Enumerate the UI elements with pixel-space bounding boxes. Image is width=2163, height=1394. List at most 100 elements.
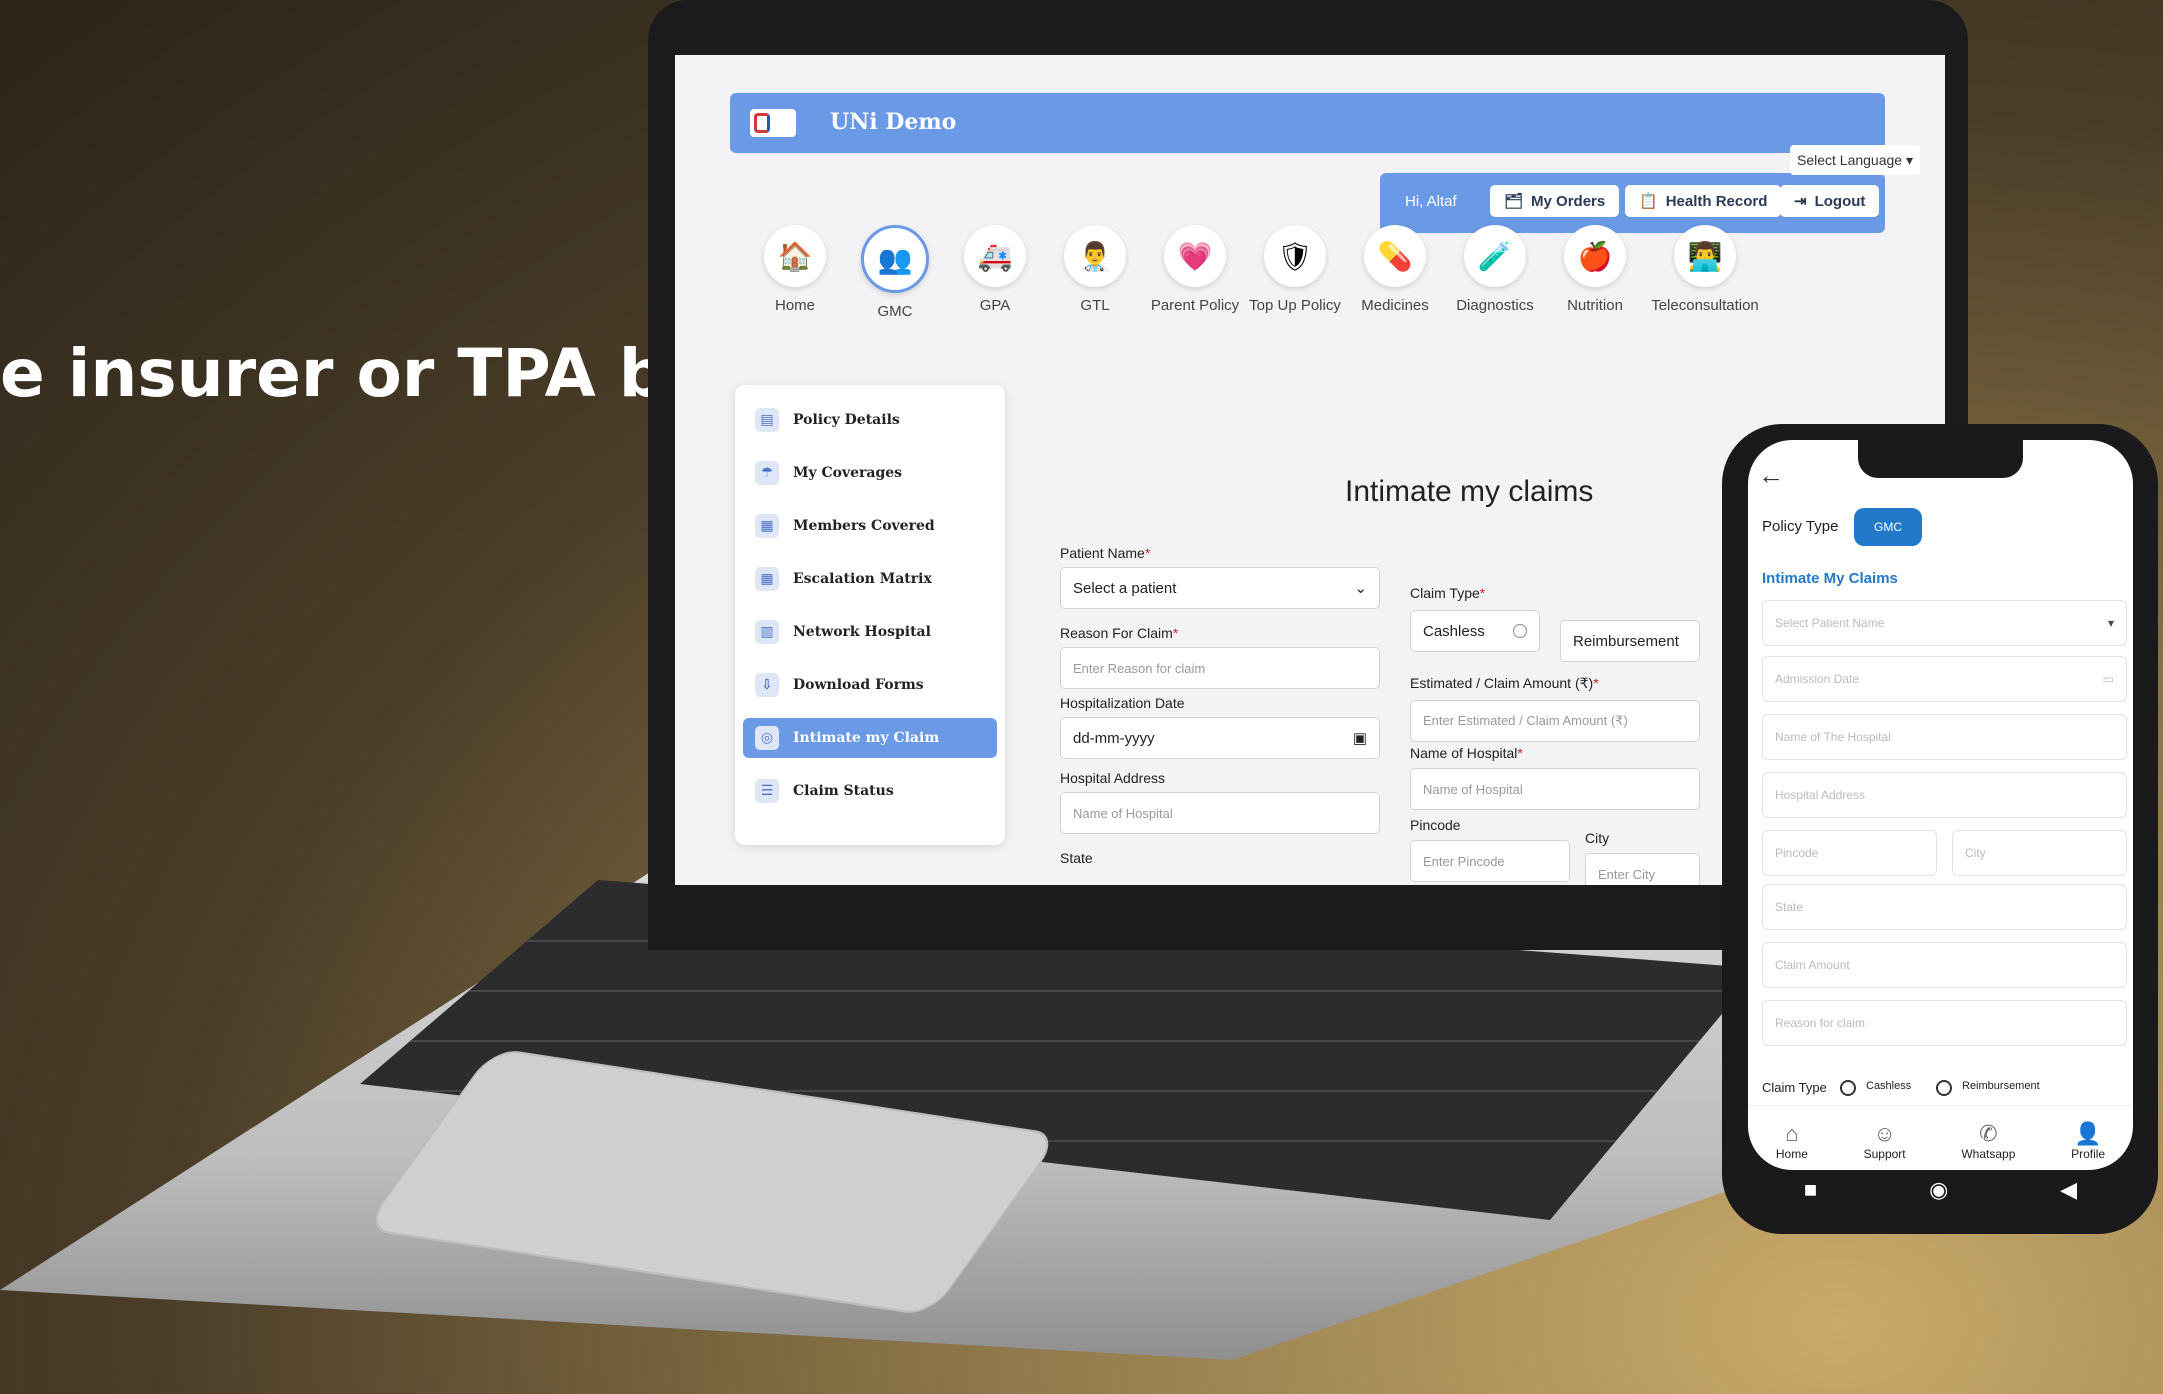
- nav-item-teleconsultation[interactable]: 👨‍💻 Teleconsultation: [1645, 225, 1765, 314]
- sidebar-item-members-covered[interactable]: ▦ Members Covered: [743, 506, 997, 546]
- sidebar-item-policy-details[interactable]: ▤ Policy Details: [743, 400, 997, 440]
- sidebar-item-network-hospital[interactable]: ▥ Network Hospital: [743, 612, 997, 652]
- network-hospital-icon: ▥: [755, 620, 779, 644]
- chevron-down-icon: ⌄: [1354, 580, 1367, 597]
- phone-screen: ← Policy Type GMC Intimate My Claims Sel…: [1748, 440, 2133, 1170]
- brand-logo: [750, 109, 796, 137]
- reason-input[interactable]: Enter Reason for claim: [1060, 647, 1380, 689]
- pincode-label: Pincode: [1410, 817, 1461, 833]
- top-up-policy-icon: 🛡: [1264, 225, 1326, 287]
- phone-nav-support[interactable]: ☺ Support: [1864, 1121, 1906, 1161]
- patient-select[interactable]: Select a patient ⌄: [1060, 567, 1380, 609]
- back-arrow-icon[interactable]: ←: [1758, 460, 1784, 491]
- sidebar-item-intimate-my-claim[interactable]: ◎ Intimate my Claim: [743, 718, 997, 758]
- pincode-input[interactable]: Enter Pincode: [1410, 840, 1570, 882]
- phone-nav-profile[interactable]: 👤 Profile: [2071, 1121, 2105, 1161]
- phone-nav-whatsapp[interactable]: ✆ Whatsapp: [1961, 1121, 2015, 1161]
- cashless-option[interactable]: Cashless: [1410, 610, 1540, 652]
- health-record-button[interactable]: 📋 Health Record: [1625, 185, 1782, 217]
- nav-item-top-up-policy[interactable]: 🛡 Top Up Policy: [1245, 225, 1345, 314]
- logout-button[interactable]: ⇥ Logout: [1780, 185, 1880, 217]
- calendar-icon: ▣: [1352, 730, 1367, 747]
- phone-system-nav: ■ ◉ ◀: [1748, 1170, 2133, 1210]
- sidebar-item-claim-status[interactable]: ☰ Claim Status: [743, 771, 997, 811]
- sidebar-item-escalation-matrix[interactable]: ▦ Escalation Matrix: [743, 559, 997, 599]
- language-select[interactable]: Select Language ▾: [1790, 145, 1920, 175]
- nav-item-gtl[interactable]: 👨‍⚕️ GTL: [1045, 225, 1145, 314]
- profile-icon: 👤: [2074, 1121, 2102, 1146]
- policy-type-label: Policy Type: [1762, 518, 1839, 535]
- sidebar-item-my-coverages[interactable]: ☂ My Coverages: [743, 453, 997, 493]
- health-record-label: Health Record: [1665, 192, 1768, 210]
- sidebar-item-download-forms[interactable]: ⇩ Download Forms: [743, 665, 997, 705]
- header-bar: UNi Demo: [730, 93, 1885, 153]
- logout-label: Logout: [1814, 192, 1866, 210]
- hospital-name-label: Name of Hospital*: [1410, 745, 1523, 761]
- reason-label: Reason For Claim*: [1060, 625, 1179, 641]
- nav-item-gpa[interactable]: 🚑 GPA: [945, 225, 1045, 314]
- phone-hospital-address[interactable]: Hospital Address: [1762, 772, 2127, 818]
- medicines-icon: 💊: [1364, 225, 1426, 287]
- brand-name: UNi Demo: [830, 109, 957, 135]
- diagnostics-icon: 🧪: [1464, 225, 1526, 287]
- phone-city[interactable]: City: [1952, 830, 2127, 876]
- phone-cashless-radio[interactable]: [1840, 1080, 1856, 1096]
- nav-item-parent-policy[interactable]: 💗 Parent Policy: [1145, 225, 1245, 314]
- app-header: UNi Demo Select Language ▾ Hi, Altaf 🗂 M…: [730, 93, 1920, 233]
- claim-type-label: Claim Type*: [1410, 585, 1486, 601]
- nav-item-gmc[interactable]: 👥 GMC: [845, 225, 945, 320]
- phone-form-title: Intimate My Claims: [1762, 570, 1898, 587]
- form-title: Intimate my claims: [1345, 475, 1594, 508]
- back-triangle-icon[interactable]: ◀: [2060, 1177, 2077, 1203]
- phone-claim-type-label: Claim Type: [1762, 1080, 1827, 1095]
- hospital-address-label: Hospital Address: [1060, 770, 1166, 786]
- policy-details-icon: ▤: [755, 408, 779, 432]
- home-icon: ⌂: [1785, 1121, 1799, 1146]
- hospital-address-input[interactable]: Name of Hospital: [1060, 792, 1380, 834]
- recent-apps-icon[interactable]: ■: [1804, 1177, 1817, 1203]
- patient-name-label: Patient Name*: [1060, 545, 1151, 561]
- headline: e insurer or TPA by: [0, 335, 709, 412]
- health-record-icon: 📋: [1639, 193, 1658, 210]
- gmc-icon: 👥: [861, 225, 929, 293]
- home-circle-icon[interactable]: ◉: [1929, 1177, 1948, 1203]
- phone-nav-home[interactable]: ⌂ Home: [1776, 1121, 1808, 1161]
- hospitalization-date-label: Hospitalization Date: [1060, 695, 1185, 711]
- phone-pincode[interactable]: Pincode: [1762, 830, 1937, 876]
- nav-item-home[interactable]: 🏠 Home: [745, 225, 845, 314]
- category-nav: 🏠 Home 👥 GMC 🚑 GPA 👨‍⚕️ GTL 💗 Parent Pol…: [745, 225, 1945, 365]
- my-orders-button[interactable]: 🗂 My Orders: [1490, 185, 1620, 217]
- hospital-name-input[interactable]: Name of Hospital: [1410, 768, 1700, 810]
- greeting: Hi, Altaf: [1405, 193, 1457, 210]
- download-forms-icon: ⇩: [755, 673, 779, 697]
- orders-icon: 🗂: [1504, 193, 1524, 210]
- nav-item-diagnostics[interactable]: 🧪 Diagnostics: [1445, 225, 1545, 314]
- phone-patient-select[interactable]: Select Patient Name ▾: [1762, 600, 2127, 646]
- estimated-amount-label: Estimated / Claim Amount (₹)*: [1410, 675, 1599, 691]
- my-coverages-icon: ☂: [755, 461, 779, 485]
- phone-reimbursement-radio[interactable]: [1936, 1080, 1952, 1096]
- phone-admission-date[interactable]: Admission Date ▭: [1762, 656, 2127, 702]
- nutrition-icon: 🍎: [1564, 225, 1626, 287]
- phone-cashless-label: Cashless: [1866, 1080, 1912, 1092]
- logout-icon: ⇥: [1794, 193, 1807, 210]
- estimated-amount-input[interactable]: Enter Estimated / Claim Amount (₹): [1410, 700, 1700, 742]
- phone-state[interactable]: State: [1762, 884, 2127, 930]
- claim-status-icon: ☰: [755, 779, 779, 803]
- hospitalization-date-input[interactable]: dd-mm-yyyy ▣: [1060, 717, 1380, 759]
- calendar-icon: ▭: [2102, 672, 2114, 686]
- phone-reason[interactable]: Reason for claim: [1762, 1000, 2127, 1046]
- nav-item-nutrition[interactable]: 🍎 Nutrition: [1545, 225, 1645, 314]
- phone-hospital-name[interactable]: Name of The Hospital: [1762, 714, 2127, 760]
- phone-reimbursement-label: Reimbursement: [1962, 1080, 2040, 1092]
- escalation-matrix-icon: ▦: [755, 567, 779, 591]
- chevron-down-icon: ▾: [2107, 616, 2114, 630]
- cashless-radio[interactable]: [1513, 624, 1527, 638]
- policy-type-pill[interactable]: GMC: [1854, 508, 1922, 546]
- city-input[interactable]: Enter City: [1585, 853, 1700, 885]
- state-label: State: [1060, 850, 1093, 866]
- teleconsultation-icon: 👨‍💻: [1674, 225, 1736, 287]
- nav-item-medicines[interactable]: 💊 Medicines: [1345, 225, 1445, 314]
- phone-claim-amount[interactable]: Claim Amount: [1762, 942, 2127, 988]
- reimbursement-option[interactable]: Reimbursement: [1560, 620, 1700, 662]
